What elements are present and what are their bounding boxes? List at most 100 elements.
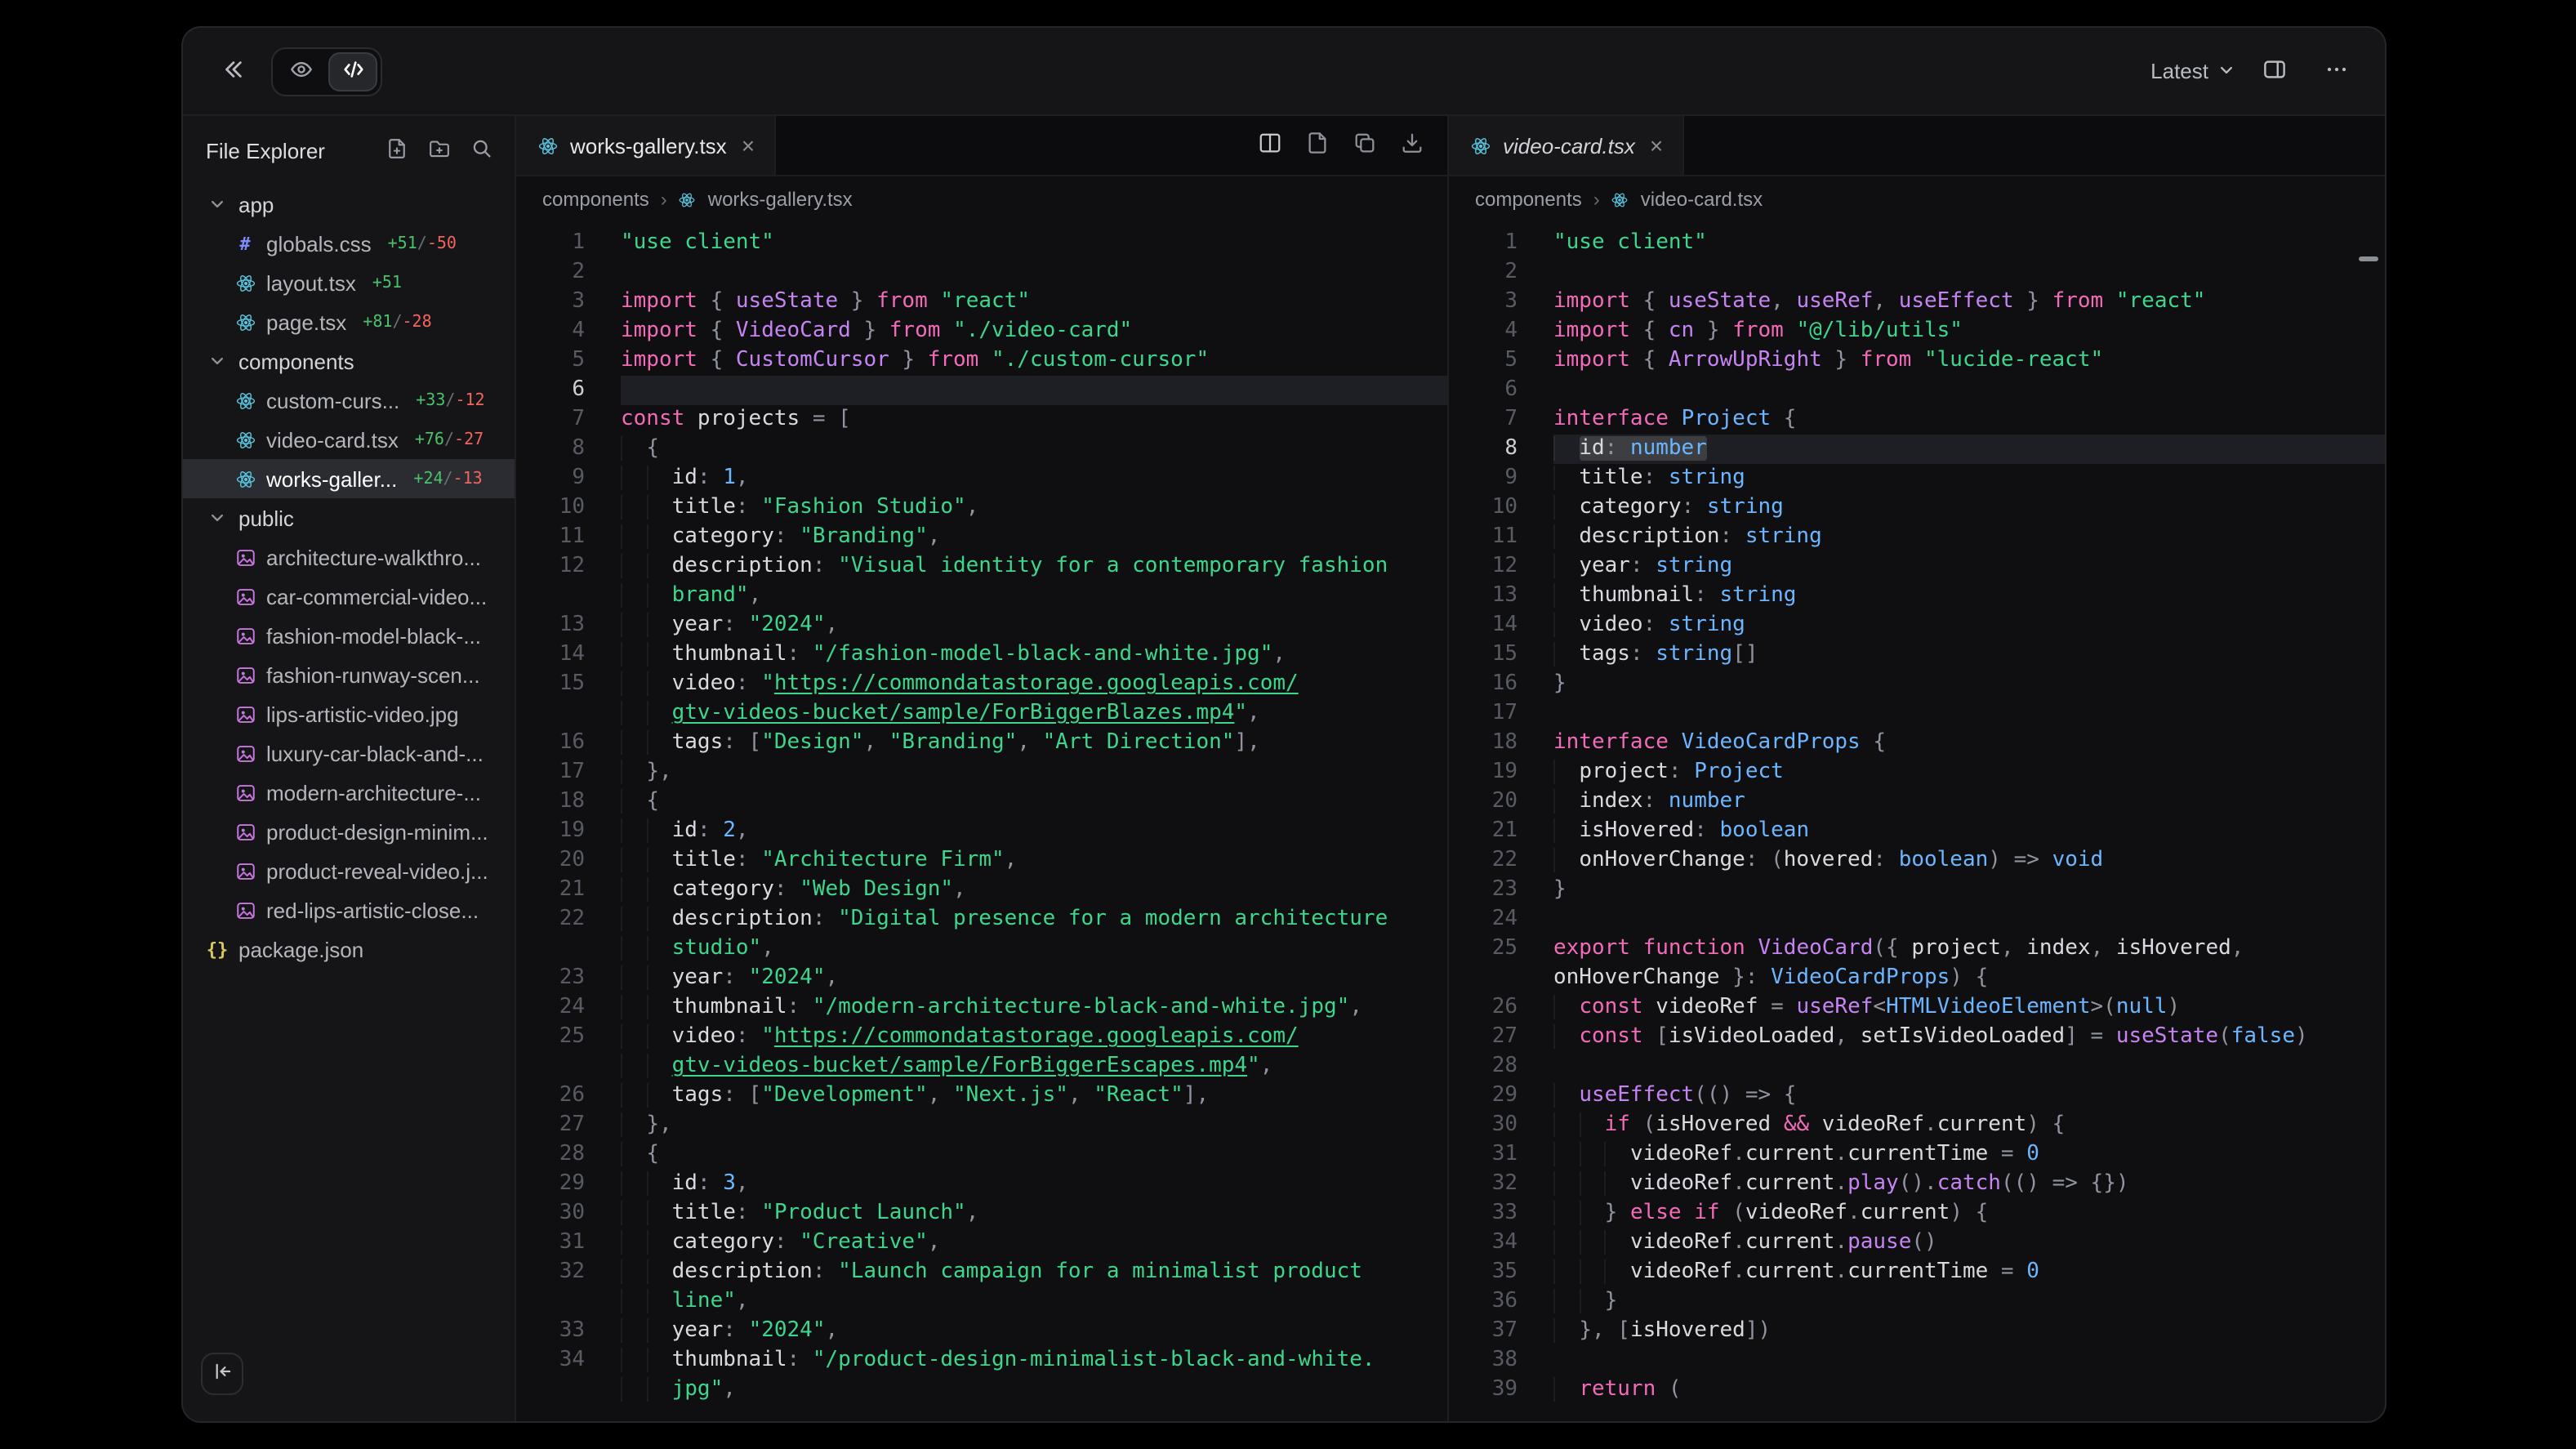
- code-line[interactable]: 15 tags: string[]: [1449, 640, 2385, 670]
- code-line[interactable]: 39 return (: [1449, 1375, 2385, 1405]
- code-line[interactable]: 33 year: "2024",: [516, 1317, 1447, 1346]
- tree-file-page-tsx[interactable]: page.tsx+81/-28: [183, 302, 515, 341]
- version-dropdown[interactable]: Latest: [2150, 59, 2235, 83]
- tree-file-product-design-minim[interactable]: product-design-minim...: [183, 812, 515, 851]
- code-line[interactable]: 6: [1449, 376, 2385, 405]
- code-line[interactable]: 7interface Project {: [1449, 405, 2385, 435]
- code-line[interactable]: 24: [1449, 905, 2385, 934]
- open-file-button[interactable]: [1305, 131, 1330, 160]
- split-editor-button[interactable]: [1258, 131, 1282, 160]
- close-tab-icon[interactable]: ×: [742, 134, 755, 157]
- code-line[interactable]: 26 const videoRef = useRef<HTMLVideoElem…: [1449, 993, 2385, 1023]
- code-line[interactable]: 34 videoRef.current.pause(): [1449, 1228, 2385, 1258]
- code-line[interactable]: 28 {: [516, 1140, 1447, 1170]
- code-line[interactable]: 23}: [1449, 876, 2385, 905]
- code-view-button[interactable]: [328, 51, 377, 91]
- code-line[interactable]: 27 const [isVideoLoaded, setIsVideoLoade…: [1449, 1023, 2385, 1052]
- code-line[interactable]: 32 videoRef.current.play().catch(() => {…: [1449, 1170, 2385, 1199]
- tree-file-product-reveal-video-j[interactable]: product-reveal-video.j...: [183, 851, 515, 890]
- code-line[interactable]: 30 title: "Product Launch",: [516, 1199, 1447, 1228]
- collapse-sidebar-button[interactable]: [201, 1353, 243, 1395]
- tree-folder-components[interactable]: components: [183, 341, 515, 381]
- code-line[interactable]: studio",: [516, 934, 1447, 964]
- code-line[interactable]: 5import { CustomCursor } from "./custom-…: [516, 346, 1447, 376]
- breadcrumb-folder[interactable]: components: [1475, 188, 1582, 211]
- code-line[interactable]: 8 id: number: [1449, 435, 2385, 464]
- tree-file-custom-curs[interactable]: custom-curs...+33/-12: [183, 381, 515, 420]
- code-line[interactable]: 13 thumbnail: string: [1449, 582, 2385, 611]
- code-line[interactable]: 21 category: "Web Design",: [516, 876, 1447, 905]
- code-line[interactable]: 19 project: Project: [1449, 758, 2385, 787]
- code-line[interactable]: gtv-videos-bucket/sample/ForBiggerBlazes…: [516, 699, 1447, 729]
- download-file-button[interactable]: [1400, 131, 1424, 160]
- tree-file-architecture-walkthro[interactable]: architecture-walkthro...: [183, 537, 515, 577]
- code-line[interactable]: 1"use client": [1449, 229, 2385, 258]
- code-line[interactable]: 14 thumbnail: "/fashion-model-black-and-…: [516, 640, 1447, 670]
- code-line[interactable]: 9 id: 1,: [516, 464, 1447, 493]
- code-line[interactable]: 32 description: "Launch campaign for a m…: [516, 1258, 1447, 1287]
- code-line[interactable]: 30 if (isHovered && videoRef.current) {: [1449, 1111, 2385, 1140]
- copy-code-button[interactable]: [1353, 131, 1377, 160]
- tree-file-globals-css[interactable]: #globals.css+51/-50: [183, 224, 515, 263]
- code-line[interactable]: 38: [1449, 1346, 2385, 1375]
- breadcrumb-file[interactable]: works-gallery.tsx: [708, 188, 853, 211]
- tree-file-luxury-car-black-and[interactable]: luxury-car-black-and-...: [183, 733, 515, 773]
- code-line[interactable]: 28: [1449, 1052, 2385, 1081]
- code-line[interactable]: 18 {: [516, 787, 1447, 817]
- search-files-button[interactable]: [462, 131, 501, 170]
- tree-file-video-card-tsx[interactable]: video-card.tsx+76/-27: [183, 420, 515, 459]
- code-line[interactable]: onHoverChange }: VideoCardProps) {: [1449, 964, 2385, 993]
- code-line[interactable]: 14 video: string: [1449, 611, 2385, 640]
- code-line[interactable]: 9 title: string: [1449, 464, 2385, 493]
- code-line[interactable]: 10 title: "Fashion Studio",: [516, 493, 1447, 523]
- tree-file-package-json[interactable]: {}package.json: [183, 930, 515, 969]
- code-line[interactable]: 24 thumbnail: "/modern-architecture-blac…: [516, 993, 1447, 1023]
- code-line[interactable]: 37 }, [isHovered]): [1449, 1317, 2385, 1346]
- code-line[interactable]: 31 category: "Creative",: [516, 1228, 1447, 1258]
- code-line[interactable]: 19 id: 2,: [516, 817, 1447, 846]
- breadcrumb-folder[interactable]: components: [542, 188, 649, 211]
- tree-file-lips-artistic-video-jpg[interactable]: lips-artistic-video.jpg: [183, 694, 515, 733]
- code-line[interactable]: 2: [516, 258, 1447, 288]
- code-line[interactable]: 23 year: "2024",: [516, 964, 1447, 993]
- code-line[interactable]: 20 index: number: [1449, 787, 2385, 817]
- code-line[interactable]: 7const projects = [: [516, 405, 1447, 435]
- code-line[interactable]: 3import { useState, useRef, useEffect } …: [1449, 288, 2385, 317]
- code-line[interactable]: 25export function VideoCard({ project, i…: [1449, 934, 2385, 964]
- code-line[interactable]: line",: [516, 1287, 1447, 1317]
- code-line[interactable]: jpg",: [516, 1375, 1447, 1405]
- code-line[interactable]: 21 isHovered: boolean: [1449, 817, 2385, 846]
- code-line[interactable]: 31 videoRef.current.currentTime = 0: [1449, 1140, 2385, 1170]
- code-line[interactable]: 22 onHoverChange: (hovered: boolean) => …: [1449, 846, 2385, 876]
- code-line[interactable]: 27 },: [516, 1111, 1447, 1140]
- tree-file-modern-architecture[interactable]: modern-architecture-...: [183, 773, 515, 812]
- code-line[interactable]: 34 thumbnail: "/product-design-minimalis…: [516, 1346, 1447, 1375]
- code-line[interactable]: 17 },: [516, 758, 1447, 787]
- new-folder-button[interactable]: [420, 131, 459, 170]
- tree-file-fashion-model-black[interactable]: fashion-model-black-...: [183, 616, 515, 655]
- tree-file-works-galler[interactable]: works-galler...+24/-13: [183, 459, 515, 498]
- tab-video-card[interactable]: video-card.tsx ×: [1449, 116, 1684, 175]
- preview-view-button[interactable]: [276, 51, 325, 91]
- close-tab-icon[interactable]: ×: [1650, 134, 1663, 157]
- tree-folder-public[interactable]: public: [183, 498, 515, 537]
- code-line[interactable]: 18interface VideoCardProps {: [1449, 729, 2385, 758]
- code-line[interactable]: 4import { VideoCard } from "./video-card…: [516, 317, 1447, 346]
- code-line[interactable]: 22 description: "Digital presence for a …: [516, 905, 1447, 934]
- code-line[interactable]: 12 year: string: [1449, 552, 2385, 582]
- code-line[interactable]: brand",: [516, 582, 1447, 611]
- layout-panel-button[interactable]: [2251, 48, 2297, 94]
- code-editor-works-gallery[interactable]: 1"use client"23import { useState } from …: [516, 222, 1447, 1421]
- code-line[interactable]: 6: [516, 376, 1447, 405]
- code-line[interactable]: 29 id: 3,: [516, 1170, 1447, 1199]
- tab-works-gallery[interactable]: works-gallery.tsx ×: [516, 116, 776, 175]
- code-line[interactable]: 20 title: "Architecture Firm",: [516, 846, 1447, 876]
- code-line[interactable]: 15 video: "https://commondatastorage.goo…: [516, 670, 1447, 699]
- code-line[interactable]: 5import { ArrowUpRight } from "lucide-re…: [1449, 346, 2385, 376]
- tree-file-layout-tsx[interactable]: layout.tsx+51: [183, 263, 515, 302]
- new-file-button[interactable]: [377, 131, 417, 170]
- code-editor-video-card[interactable]: 1"use client"23import { useState, useRef…: [1449, 222, 2385, 1421]
- code-line[interactable]: 3import { useState } from "react": [516, 288, 1447, 317]
- code-line[interactable]: 29 useEffect(() => {: [1449, 1081, 2385, 1111]
- code-line[interactable]: 4import { cn } from "@/lib/utils": [1449, 317, 2385, 346]
